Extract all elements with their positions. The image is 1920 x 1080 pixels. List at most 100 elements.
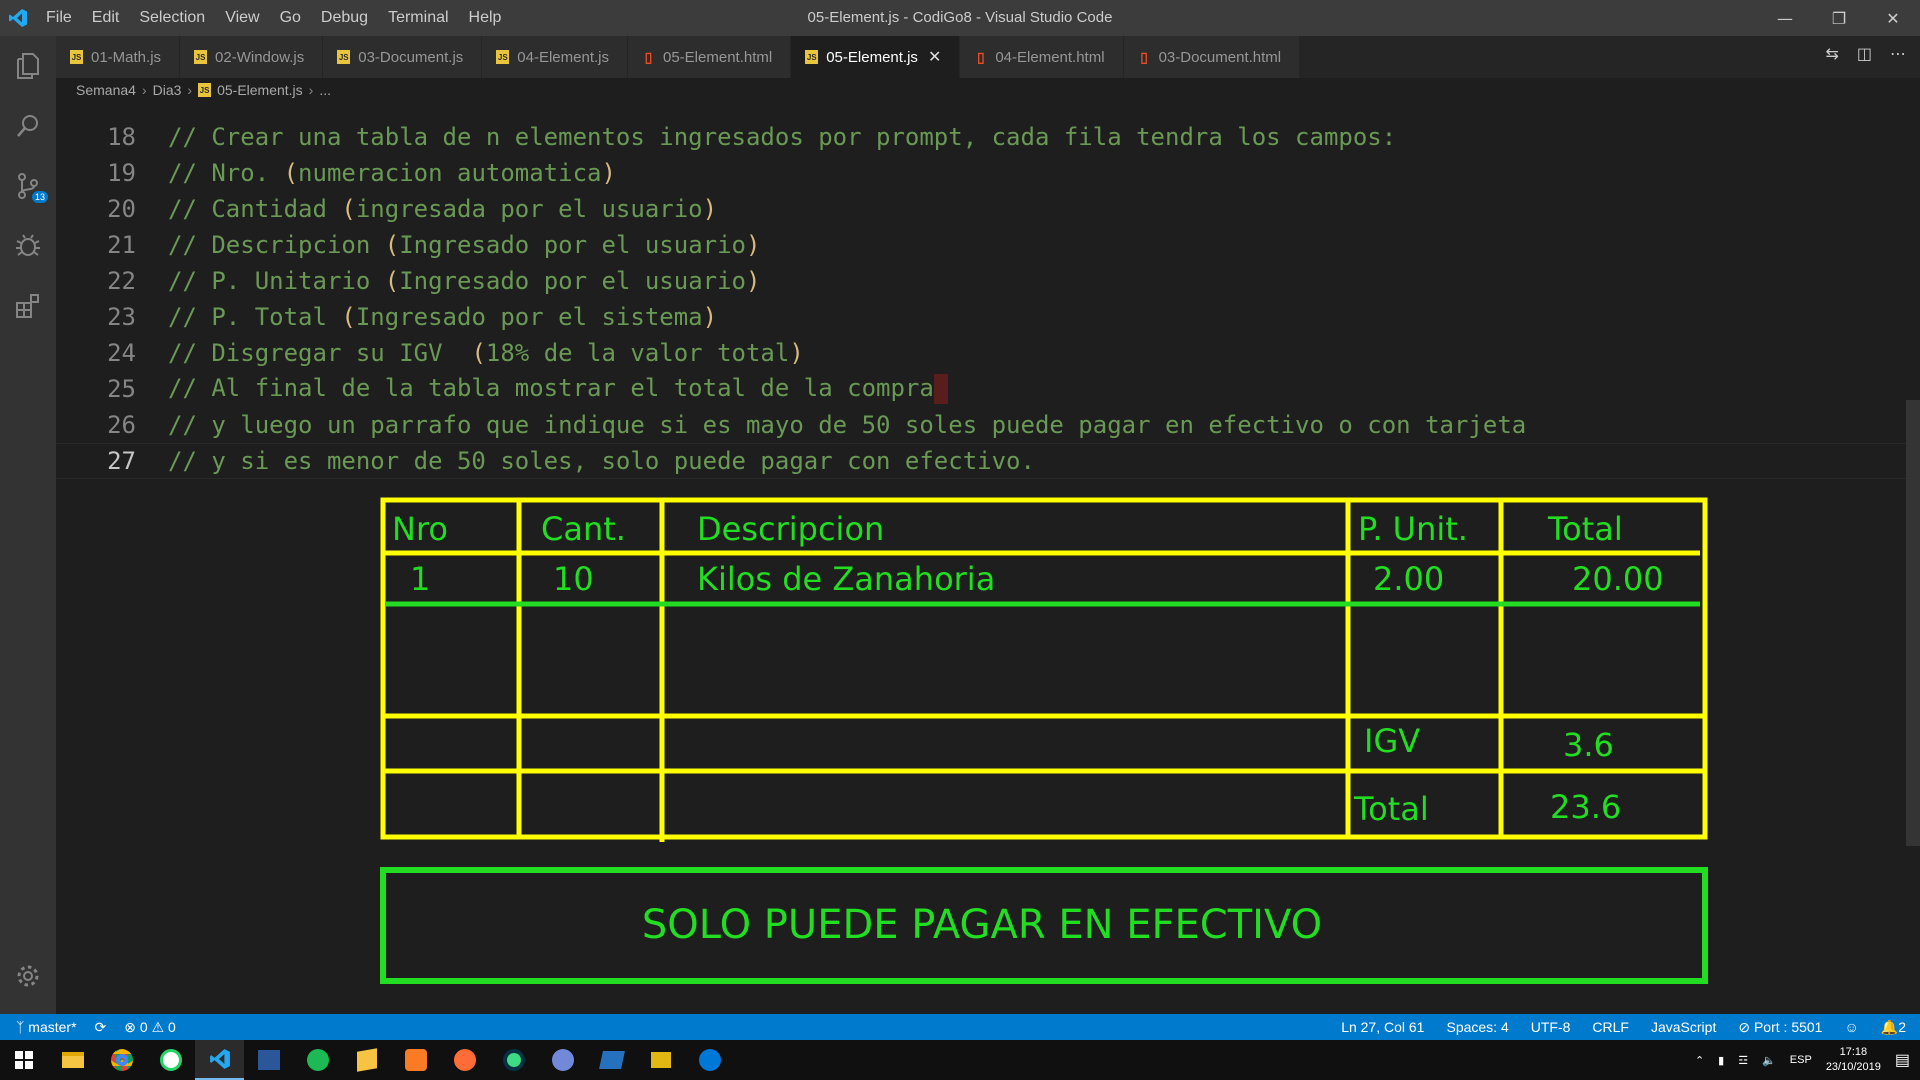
comment-text: ingresada por el usuario [355,195,703,223]
code-line[interactable]: 22 // P. Unitario (Ingresado por el usua… [56,263,1906,299]
code-line[interactable]: 21 // Descripcion (Ingresado por el usua… [56,227,1906,263]
sublime-icon[interactable] [342,1040,391,1080]
menu-help[interactable]: Help [459,9,512,27]
code-comment: // Descripcion (Ingresado por el usuario… [168,231,760,259]
cursor-position[interactable]: Ln 27, Col 61 [1341,1019,1424,1035]
breadcrumb-file[interactable]: 05-Element.js [217,82,303,98]
source-control-icon[interactable]: 13 [0,156,56,216]
input-language[interactable]: ESP [1790,1054,1812,1066]
open-paren: ( [471,339,486,367]
terminal-app-icon[interactable] [636,1040,685,1080]
extensions-icon[interactable] [0,276,56,336]
window-controls: — ❐ ✕ [1758,0,1920,36]
tab-03-document-js[interactable]: JS 03-Document.js [323,36,483,78]
spotify-icon[interactable] [293,1040,342,1080]
breadcrumb-folder-dia3[interactable]: Dia3 [153,82,182,98]
code-line[interactable]: 26 // y luego un parrafo que indique si … [56,407,1906,443]
menu-edit[interactable]: Edit [82,9,130,27]
breadcrumb-symbols[interactable]: ... [319,82,331,98]
tab-05-element-js[interactable]: JS 05-Element.js ✕ [791,36,961,78]
branch-indicator[interactable]: ᛉ master* [16,1019,77,1035]
tab-05-element-html[interactable]: ▯ 05-Element.html [628,36,792,78]
minimize-button[interactable]: — [1758,0,1812,36]
xampp-icon[interactable] [391,1040,440,1080]
visual-studio-icon[interactable] [244,1040,293,1080]
js-file-icon: JS [805,50,819,64]
open-paren: ( [283,159,299,187]
open-paren: ( [341,303,356,331]
menu-go[interactable]: Go [270,9,311,27]
open-paren: ( [384,231,400,259]
close-window-button[interactable]: ✕ [1866,0,1920,36]
code-line[interactable]: 25 // Al final de la tabla mostrar el to… [56,371,1906,407]
battery-icon[interactable]: ▮ [1718,1054,1724,1067]
feedback-smiley-icon[interactable]: ☺ [1844,1019,1858,1035]
chrome-icon[interactable] [97,1040,146,1080]
menu-debug[interactable]: Debug [311,9,378,27]
code-line[interactable]: 18 // Crear una tabla de n elementos ing… [56,119,1906,155]
android-studio-icon[interactable] [489,1040,538,1080]
indentation[interactable]: Spaces: 4 [1446,1019,1508,1035]
code-line[interactable]: 19 // Nro. (numeracion automatica) [56,155,1906,191]
code-line[interactable]: 20 // Cantidad (ingresada por el usuario… [56,191,1906,227]
comment-text: // Cantidad [168,195,342,223]
tab-label: 03-Document.js [358,48,464,66]
clock[interactable]: 17:18 23/10/2019 [1826,1045,1881,1075]
encoding[interactable]: UTF-8 [1531,1019,1571,1035]
vscode-taskbar-icon[interactable] [195,1040,244,1080]
code-line[interactable]: 24 // Disgregar su IGV (18% de la valor … [56,335,1906,371]
vscode-logo-icon[interactable] [0,0,36,36]
wifi-icon[interactable]: ☲ [1738,1054,1748,1067]
powershell-icon[interactable] [587,1040,636,1080]
code-line[interactable]: 23 // P. Total (Ingresado por el sistema… [56,299,1906,335]
comment-text: numeracion automatica [298,159,602,187]
debug-icon[interactable] [0,216,56,276]
sync-icon[interactable]: ⟳ [95,1019,107,1036]
tab-04-element-html[interactable]: ▯ 04-Element.html [960,36,1124,78]
explorer-icon[interactable] [0,36,56,96]
tab-03-document-html[interactable]: ▯ 03-Document.html [1123,36,1301,78]
tab-04-element-js[interactable]: JS 04-Element.js [482,36,628,78]
code-editor[interactable]: 18 // Crear una tabla de n elementos ing… [56,104,1920,1014]
chevron-up-icon[interactable]: ⌃ [1695,1054,1704,1067]
code-line-current[interactable]: 27 // y si es menor de 50 soles, solo pu… [56,443,1906,479]
volume-icon[interactable]: 🔈 [1762,1054,1776,1067]
postman-icon[interactable] [440,1040,489,1080]
comment-text: // P. Total [168,303,342,331]
comment-text: // P. Unitario [168,267,385,295]
edge-icon[interactable] [685,1040,734,1080]
tab-label: 04-Element.js [517,48,609,66]
live-server-port[interactable]: ⊘ Port : 5501 [1738,1019,1822,1036]
close-tab-icon[interactable]: ✕ [928,47,941,67]
status-bar: ᛉ master* ⟳ ⊗ 0 ⚠ 0 Ln 27, Col 61 Spaces… [0,1014,1920,1040]
windows-start-icon[interactable] [0,1040,48,1080]
open-changes-icon[interactable]: ⇆ [1825,44,1838,63]
menu-selection[interactable]: Selection [129,9,215,27]
tab-01-math-js[interactable]: JS 01-Math.js [56,36,181,78]
open-paren: ( [384,267,400,295]
split-editor-icon[interactable]: ◫ [1857,44,1872,63]
more-actions-icon[interactable]: ⋯ [1890,44,1906,63]
line-ending[interactable]: CRLF [1592,1019,1629,1035]
settings-gear-icon[interactable] [0,946,56,1006]
language-mode[interactable]: JavaScript [1651,1019,1716,1035]
menu-file[interactable]: File [36,9,82,27]
file-explorer-icon[interactable] [48,1040,97,1080]
html-file-icon: ▯ [644,48,653,65]
chevron-right-icon: › [187,82,193,98]
discord-icon[interactable] [538,1040,587,1080]
menu-terminal[interactable]: Terminal [378,9,458,27]
close-paren: ) [702,195,718,223]
action-center-icon[interactable]: ▤ [1895,1050,1910,1070]
line-number: 27 [107,447,136,475]
breadcrumb-folder-semana4[interactable]: Semana4 [76,82,136,98]
comment-text: Ingresado por el sistema [355,303,703,331]
tab-02-window-js[interactable]: JS 02-Window.js [180,36,324,78]
whatsapp-icon[interactable] [146,1040,195,1080]
search-icon[interactable] [0,96,56,156]
notifications-indicator[interactable]: 🔔2 [1881,1019,1906,1036]
editor-scrollbar[interactable] [1906,400,1920,846]
menu-view[interactable]: View [215,9,269,27]
problems-indicator[interactable]: ⊗ 0 ⚠ 0 [124,1019,176,1036]
restore-button[interactable]: ❐ [1812,0,1866,36]
